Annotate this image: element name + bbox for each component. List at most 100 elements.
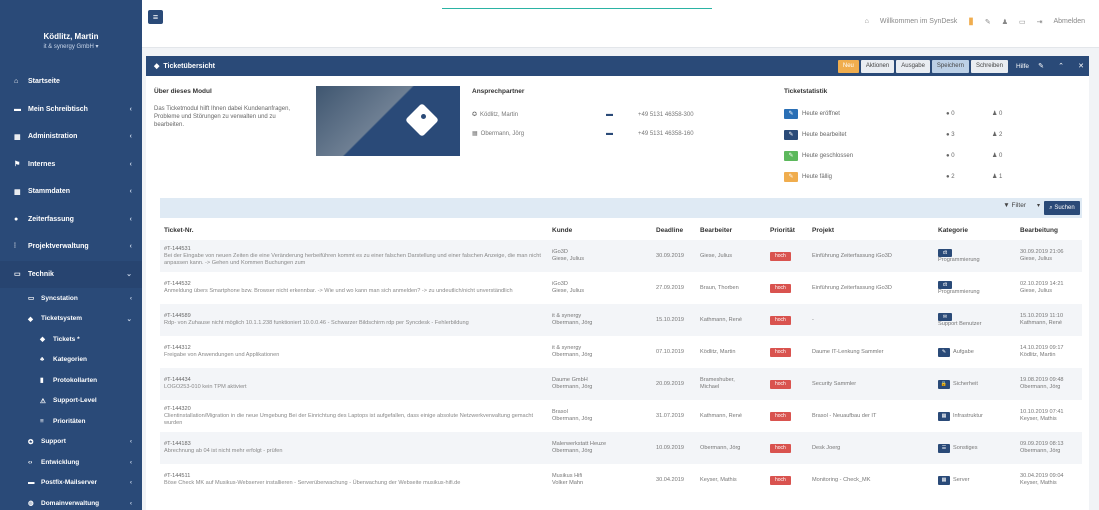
output-button[interactable]: Ausgabe	[896, 59, 930, 73]
column-header[interactable]: Bearbeiter	[696, 220, 766, 240]
sidebar-item-stammdaten[interactable]: ▦ Stammdaten ‹	[0, 178, 142, 206]
sidebar-item-mein-schreibtisch[interactable]: ▬ Mein Schreibtisch ‹	[0, 96, 142, 124]
sidebar-item-projektverwaltung[interactable]: ⫶ Projektverwaltung ‹	[0, 233, 142, 261]
project-cell: Einführung Zeiterfassung iGo3D	[812, 284, 892, 291]
logout-link[interactable]: Abmelden	[1053, 18, 1085, 25]
close-icon[interactable]: ✕	[1073, 62, 1089, 70]
column-header[interactable]: Ticket-Nr.	[160, 220, 548, 240]
filter-dropdown[interactable]: ▾	[1037, 202, 1040, 209]
category-label: Infrastruktur	[953, 412, 983, 419]
sidebar-item-technik[interactable]: ▭ Technik ⌄	[0, 260, 142, 288]
sidebar-item-zeiterfassung[interactable]: ● Zeiterfassung ‹	[0, 206, 142, 234]
sidebar-item-domainverwaltung[interactable]: ◍ Domainverwaltung ‹	[0, 493, 142, 510]
ticket-cell[interactable]: #T-144434 LOGO253-010 kein TPM aktiviert	[160, 368, 548, 400]
new-button[interactable]: Neu	[837, 59, 859, 73]
customer-cell: iGo3D Giese, Julius	[548, 272, 652, 304]
warning-icon[interactable]: ▮	[968, 16, 974, 27]
assignee-name: Brameshuber,	[700, 377, 735, 383]
sidebar-item-protokollarten[interactable]: ▮ Protokollarten	[0, 370, 142, 391]
actions-button[interactable]: Aktionen	[860, 59, 895, 73]
column-header[interactable]: Kunde	[548, 220, 652, 240]
ticket-cell[interactable]: #T-144511 Böse Check MK auf Musikus-Webse…	[160, 464, 548, 496]
sidebar-item-entwicklung[interactable]: ‹› Entwicklung ‹	[0, 452, 142, 473]
ticket-number[interactable]: #T-144434	[164, 377, 544, 384]
user-company[interactable]: it & synergy GmbH ▾	[0, 43, 142, 50]
help-button[interactable]: Hilfe	[1016, 63, 1029, 70]
sidebar-item-ticketsystem[interactable]: ◆ Ticketsystem ⌄	[0, 309, 142, 330]
ticket-cell[interactable]: #T-144531 Bei der Eingabe von neuen Zeite…	[160, 240, 548, 272]
category-cell: ▦ Infrastruktur	[934, 400, 1016, 432]
contact-name[interactable]: ▦ Obermann, Jörg	[472, 130, 606, 137]
sidebar-item-internes[interactable]: ⚑ Internes ‹	[0, 151, 142, 179]
table-row[interactable]: #T-144434 LOGO253-010 kein TPM aktiviert D…	[160, 368, 1082, 400]
contact-phone[interactable]: +49 5131 46358-160	[638, 131, 694, 137]
stat-label[interactable]: Heute fällig	[802, 174, 946, 180]
last-edit-date: 09.09.2019 08:13	[1020, 441, 1064, 447]
filter-bar: ▼ Filter ▾ ⌕ Suchen	[160, 198, 1082, 218]
ticket-cell[interactable]: #T-144589 Rdp- von Zuhause nicht möglich …	[160, 304, 548, 336]
welcome-text: Willkommen im SynDesk	[879, 18, 958, 25]
column-header[interactable]: Kategorie	[934, 220, 1016, 240]
ticket-cell[interactable]: #T-144183 Abrechnung ab 04 ist nicht mehr…	[160, 432, 548, 464]
column-header[interactable]: Priorität	[766, 220, 808, 240]
contact-phone[interactable]: +49 5131 46358-300	[638, 112, 694, 118]
ticket-number[interactable]: #T-144312	[164, 345, 544, 352]
column-header[interactable]: Bearbeitung	[1016, 220, 1082, 240]
sidebar-item-startseite[interactable]: ⌂ Startseite	[0, 68, 142, 96]
stat-badge-icon: ✎	[784, 108, 798, 119]
save-button[interactable]: Speichern	[931, 59, 969, 73]
chevron-icon: ‹	[129, 479, 132, 487]
ticket-number[interactable]: #T-144589	[164, 313, 544, 320]
ticket-cell[interactable]: #T-144312 Freigabe von Anwendungen und Ap…	[160, 336, 548, 368]
table-row[interactable]: #T-144532 Anmeldung übers Smartphone bzw.…	[160, 272, 1082, 304]
category-label: Programmierung	[938, 288, 980, 295]
menu-toggle-button[interactable]: ≡	[148, 10, 163, 24]
monitor-icon[interactable]: ▭	[1019, 18, 1026, 26]
sidebar-item-administration[interactable]: ▦ Administration ‹	[0, 123, 142, 151]
table-row[interactable]: #T-144589 Rdp- von Zuhause nicht möglich …	[160, 304, 1082, 336]
sidebar-item-tickets[interactable]: ◆ Tickets *	[0, 329, 142, 350]
contact-name[interactable]: ✪ Ködlitz, Martin	[472, 111, 606, 118]
mail-icon[interactable]: ▬	[606, 111, 638, 118]
table-row[interactable]: #T-144312 Freigabe von Anwendungen und Ap…	[160, 336, 1082, 368]
edit-icon[interactable]: ✎	[1033, 62, 1049, 70]
chart-icon: ⫶	[14, 242, 16, 250]
sidebar-item-priorit-ten[interactable]: ≡ Prioritäten	[0, 411, 142, 432]
sidebar-item-label: Kategorien	[53, 356, 87, 364]
mail-icon[interactable]: ▬	[606, 130, 638, 137]
table-row[interactable]: #T-144531 Bei der Eingabe von neuen Zeite…	[160, 240, 1082, 272]
filter-button[interactable]: ▼ Filter	[1003, 202, 1026, 209]
ticket-number[interactable]: #T-144320	[164, 406, 544, 413]
sidebar-item-kategorien[interactable]: ♣ Kategorien	[0, 350, 142, 371]
sidebar-item-support[interactable]: ✪ Support ‹	[0, 432, 142, 453]
table-row[interactable]: #T-144511 Böse Check MK auf Musikus-Webse…	[160, 464, 1082, 496]
deadline-cell: 20.09.2019	[652, 368, 696, 400]
ticket-number[interactable]: #T-144531	[164, 246, 544, 253]
stat-label[interactable]: Heute bearbeitet	[802, 132, 946, 138]
ticket-cell[interactable]: #T-144320 Clientinstallation/Migration in…	[160, 400, 548, 432]
write-button[interactable]: Schreiben	[970, 59, 1008, 73]
ticket-cell[interactable]: #T-144532 Anmeldung übers Smartphone bzw.…	[160, 272, 548, 304]
stat-label[interactable]: Heute geschlossen	[802, 153, 946, 159]
column-header[interactable]: Deadline	[652, 220, 696, 240]
sidebar-item-postfix-mailserver[interactable]: ▬ Postfix-Mailserver ‹	[0, 473, 142, 494]
collapse-icon[interactable]: ⌃	[1053, 62, 1069, 70]
stat-label[interactable]: Heute eröffnet	[802, 111, 946, 117]
ticket-number[interactable]: #T-144511	[164, 473, 544, 480]
ticket-number[interactable]: #T-144532	[164, 281, 544, 288]
sidebar-item-support-level[interactable]: ⚠ Support-Level	[0, 391, 142, 412]
table-row[interactable]: #T-144320 Clientinstallation/Migration in…	[160, 400, 1082, 432]
column-header[interactable]: Projekt	[808, 220, 934, 240]
sidebar-item-syncstation[interactable]: ▭ Syncstation ‹	[0, 288, 142, 309]
user-icon[interactable]: ♟	[1002, 18, 1008, 26]
search-button[interactable]: ⌕ Suchen	[1044, 201, 1080, 215]
deadline-cell: 31.07.2019	[656, 412, 684, 419]
last-edit-user: Obermann, Jörg	[1020, 448, 1061, 454]
wrench-icon[interactable]: ✎	[985, 18, 991, 26]
contacts: Ansprechpartner ✪ Ködlitz, Martin ▬ +49 513…	[472, 88, 792, 143]
ticket-number[interactable]: #T-144183	[164, 441, 544, 448]
assignee-name: Braun, Thorben	[700, 284, 739, 291]
table-row[interactable]: #T-144183 Abrechnung ab 04 ist nicht mehr…	[160, 432, 1082, 464]
sidebar-item-label: Startseite	[28, 78, 60, 86]
user-name[interactable]: Ködlitz, Martin	[0, 32, 142, 41]
